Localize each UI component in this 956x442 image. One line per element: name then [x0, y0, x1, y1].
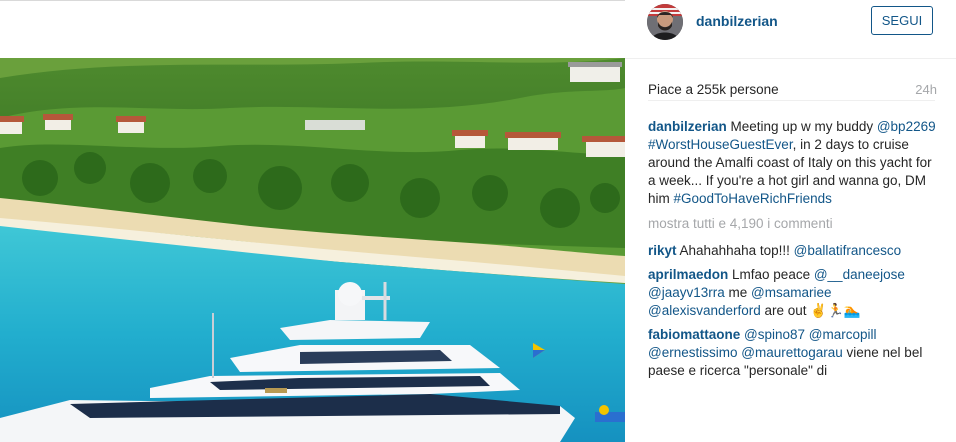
mention-link[interactable]: @bp2269	[877, 119, 936, 134]
comment-item: aprilmaedon Lmfao peace @__daneejose @ja…	[648, 266, 938, 320]
user-avatar[interactable]	[647, 4, 683, 40]
mention-link[interactable]: @maurettogarau	[741, 345, 843, 360]
mention-link[interactable]: @__daneejose	[814, 267, 905, 282]
post-time[interactable]: 24h	[915, 82, 937, 97]
post-header: danbilzerian SEGUI	[625, 0, 956, 59]
post-photo[interactable]	[0, 58, 625, 442]
post-sidebar: danbilzerian SEGUI Piace a 255k persone …	[625, 0, 956, 442]
caption-text: Meeting up w my buddy	[726, 119, 877, 134]
mention-link[interactable]: @ballatifrancesco	[794, 243, 902, 258]
comment-text: are out ✌️🏃🏊	[760, 303, 861, 318]
comment-text: Ahahahhaha top!!!	[676, 243, 794, 258]
top-border	[0, 0, 625, 1]
comment-item: rikyt Ahahahhaha top!!! @ballatifrancesc…	[648, 242, 938, 260]
post-username[interactable]: danbilzerian	[696, 13, 778, 29]
mention-link[interactable]: @jaayv13rra	[648, 285, 725, 300]
comment-username[interactable]: aprilmaedon	[648, 267, 728, 282]
comment-text: Lmfao peace	[728, 267, 814, 282]
hashtag-link[interactable]: #WorstHouseGuestEver	[648, 137, 793, 152]
show-all-comments-link[interactable]: mostra tutti e 4,190 i commenti	[648, 215, 938, 233]
comments-list: danbilzerian Meeting up w my buddy @bp22…	[648, 118, 938, 386]
comment-username[interactable]: fabiomattaone	[648, 327, 740, 342]
user-avatar-photo-icon	[647, 4, 683, 40]
mention-link[interactable]: @spino87	[744, 327, 805, 342]
mention-link[interactable]: @ernestissimo	[648, 345, 737, 360]
hashtag-link[interactable]: #GoodToHaveRichFriends	[674, 191, 832, 206]
mention-link[interactable]: @marcopill	[809, 327, 877, 342]
follow-button[interactable]: SEGUI	[871, 6, 933, 35]
comment-text: me	[724, 285, 752, 300]
comment-item: fabiomattaone @spino87 @marcopill @ernes…	[648, 326, 938, 380]
likes-count[interactable]: Piace a 255k persone	[648, 82, 779, 97]
mention-link[interactable]: @alexisvanderford	[648, 303, 761, 318]
comment-username[interactable]: rikyt	[648, 243, 677, 258]
mention-link[interactable]: @msamariee	[751, 285, 831, 300]
likes-row: Piace a 255k persone 24h	[648, 80, 937, 101]
caption-username[interactable]: danbilzerian	[648, 119, 727, 134]
post-caption: danbilzerian Meeting up w my buddy @bp22…	[648, 118, 938, 208]
